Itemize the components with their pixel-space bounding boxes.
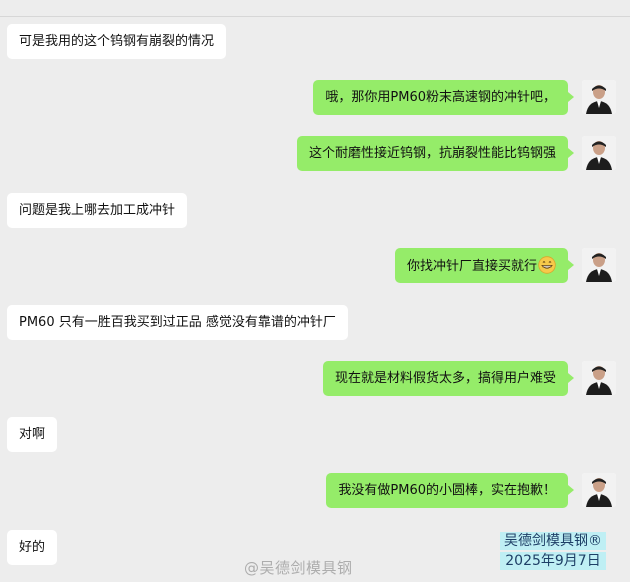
message-text: 你找冲针厂直接买就行	[406, 259, 537, 274]
message-bubble-incoming[interactable]: 好的	[7, 530, 58, 565]
brand-watermark: 吴德剑模具钢®	[500, 532, 606, 550]
message-text: 现在就是材料假货太多，搞得用户难受	[334, 371, 556, 386]
message-text: 这个耐磨性接近钨钢，抗崩裂性能比钨钢强	[308, 146, 556, 161]
weibo-watermark-text: @吴德剑模具钢	[244, 559, 353, 577]
message-bubble-outgoing[interactable]: 我没有做PM60的小圆棒，实在抱歉！	[326, 473, 574, 508]
message-text: 可是我用的这个钨钢有崩裂的情况	[19, 34, 215, 49]
date-watermark: 2025年9月7日	[500, 552, 606, 570]
avatar[interactable]	[582, 361, 616, 395]
message-text: 问题是我上哪去加工成冲针	[19, 203, 176, 218]
message-text: 我没有做PM60的小圆棒，实在抱歉！	[338, 483, 556, 498]
person-avatar-icon	[582, 248, 616, 282]
person-avatar-icon	[582, 136, 616, 170]
avatar[interactable]	[582, 80, 616, 114]
avatar[interactable]	[582, 248, 616, 282]
message-text: PM60 只有一胜百我买到过正品 感觉没有靠谱的冲针厂	[19, 315, 336, 330]
date-watermark-text: 2025年9月7日	[505, 553, 601, 569]
grin-emoji-icon	[538, 256, 556, 274]
message-bubble-outgoing[interactable]: 现在就是材料假货太多，搞得用户难受	[322, 361, 575, 396]
message-bubble-incoming[interactable]: 对啊	[7, 417, 58, 452]
message-bubble-outgoing[interactable]: 这个耐磨性接近钨钢，抗崩裂性能比钨钢强	[296, 136, 575, 171]
person-avatar-icon	[582, 473, 616, 507]
message-text: 哦，那你用PM60粉末高速钢的冲针吧，	[325, 90, 556, 105]
message-bubble-outgoing[interactable]: 哦，那你用PM60粉末高速钢的冲针吧，	[313, 80, 574, 115]
message-text: 对啊	[19, 427, 46, 442]
message-bubble-incoming[interactable]: 可是我用的这个钨钢有崩裂的情况	[7, 24, 227, 59]
message-bubble-incoming[interactable]: 问题是我上哪去加工成冲针	[7, 193, 188, 228]
person-avatar-icon	[582, 80, 616, 114]
avatar[interactable]	[582, 473, 616, 507]
top-divider	[0, 0, 630, 17]
message-bubble-outgoing[interactable]: 你找冲针厂直接买就行	[394, 248, 575, 283]
message-text: 好的	[19, 540, 46, 555]
person-avatar-icon	[582, 361, 616, 395]
weibo-watermark: @吴德剑模具钢	[244, 557, 353, 578]
brand-watermark-text: 吴德剑模具钢®	[504, 533, 602, 549]
message-bubble-incoming[interactable]: PM60 只有一胜百我买到过正品 感觉没有靠谱的冲针厂	[7, 305, 348, 340]
avatar[interactable]	[582, 136, 616, 170]
